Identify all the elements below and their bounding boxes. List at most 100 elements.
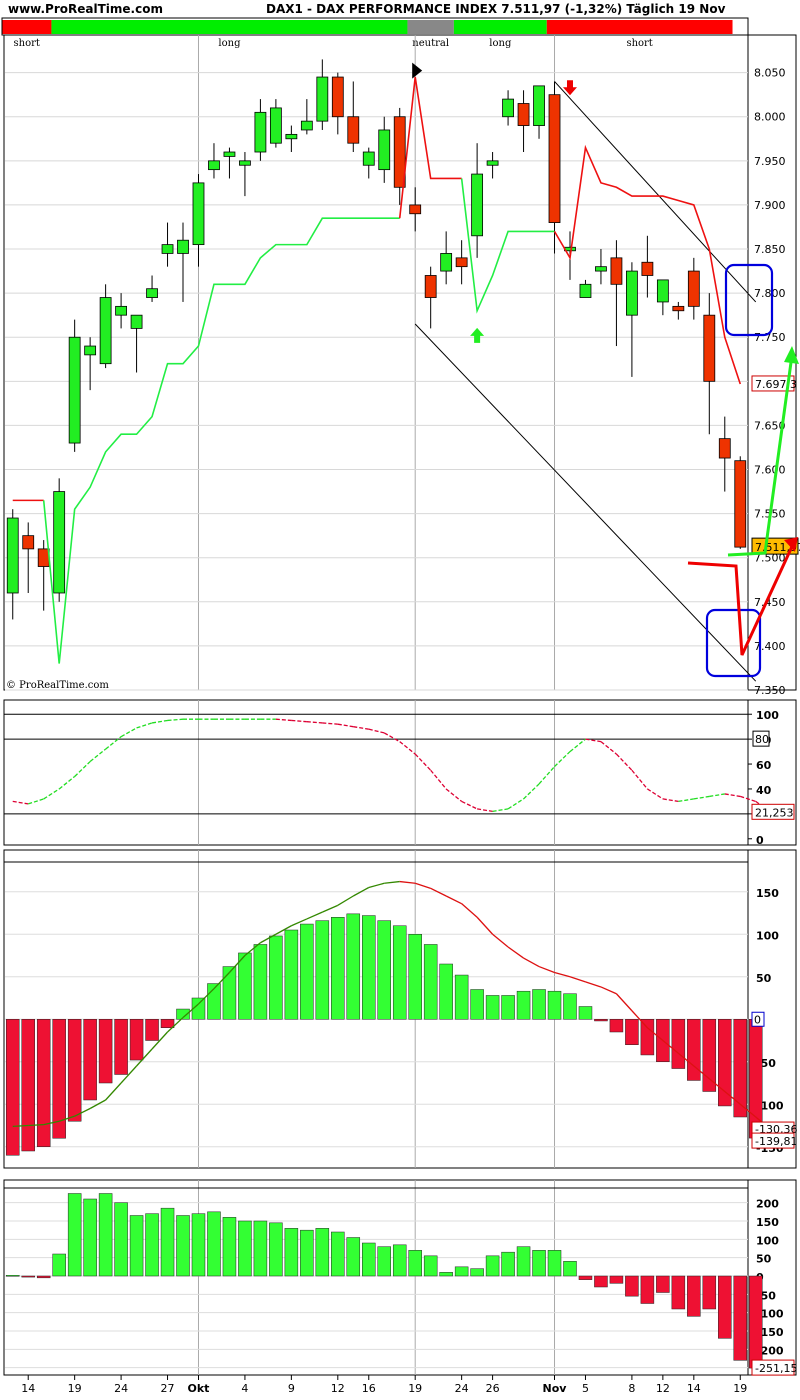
osc-line-segment [414, 753, 432, 771]
trend-segment-long [51, 20, 408, 34]
hist-bar [114, 1019, 128, 1075]
osc-line-segment [368, 728, 385, 734]
osc-line-segment [28, 798, 44, 805]
hist-bar [36, 1019, 51, 1147]
histogram-panel: -150-100-500501001500-130,36-139,81 [4, 861, 797, 1156]
trend-label-neutral: neutral [412, 38, 449, 49]
hist-zero-label: 0 [754, 1013, 761, 1026]
hist-bar [671, 1019, 686, 1069]
hist-bar [501, 995, 515, 1020]
candle-body [53, 491, 66, 594]
osc-line-segment [136, 722, 153, 729]
mom-bar [331, 1231, 345, 1277]
osc-line-segment [507, 798, 524, 810]
hist-bar [454, 974, 469, 1020]
hist-signal-segment [569, 976, 586, 983]
mom-bar [702, 1275, 717, 1310]
osc-line-segment [569, 738, 586, 753]
stop-line-green [42, 217, 400, 664]
osc-line-segment [461, 800, 478, 810]
candle-body [347, 116, 360, 144]
osc-line-segment [678, 798, 694, 803]
momentum-panel: -250-200-150-100-50050100150200-251,15 [4, 1187, 797, 1376]
osc-line-segment [662, 798, 679, 803]
candle-body [687, 270, 700, 307]
candle-body [378, 129, 391, 171]
candle-body [548, 94, 561, 223]
hist-bar [439, 963, 453, 1020]
osc-line-segment [291, 719, 307, 723]
hist-bar [5, 1019, 20, 1156]
mom-bar [687, 1275, 701, 1317]
hist-bar [284, 929, 299, 1020]
hist-bar [578, 1006, 593, 1020]
candle-body [192, 182, 205, 246]
price-tick-label: 7.400 [754, 640, 786, 653]
candle-body [269, 107, 282, 144]
hist-bar [485, 995, 500, 1020]
candle-body [115, 305, 127, 316]
hist-signal-segment [538, 965, 555, 974]
price-tick-label: 8.050 [754, 67, 786, 80]
hist-signal-segment [445, 895, 462, 905]
candle-body [486, 160, 499, 166]
hist-bar [67, 1019, 82, 1122]
hist-signal-segment [384, 880, 400, 884]
x-tick-label: 12 [656, 1382, 670, 1395]
mom-bar [36, 1275, 51, 1279]
grid [3, 34, 797, 1376]
mom-bar [671, 1275, 686, 1310]
watermark: © ProRealTime.com [6, 680, 109, 691]
mom-bar [408, 1250, 422, 1277]
candle-body [718, 438, 731, 459]
x-tick-label: 16 [362, 1382, 376, 1395]
mom-bar [253, 1220, 268, 1277]
mom-bar [656, 1275, 670, 1293]
green-hand-arrowhead [784, 346, 799, 364]
mom-bar [362, 1242, 376, 1277]
x-tick-label: 27 [161, 1382, 175, 1395]
chart-canvas[interactable]: short long neutral long short 7.3507.4007.45… [0, 0, 800, 1400]
candle-body [610, 257, 623, 285]
hist-tick-label: 150 [756, 887, 779, 900]
hist-signal-segment [399, 880, 416, 884]
hist-signal-segment [105, 1082, 122, 1101]
mom-bar [470, 1268, 484, 1277]
trendline-1 [554, 81, 757, 303]
mom-bar [578, 1275, 593, 1280]
candle-body [146, 288, 158, 298]
hist-bar [362, 915, 376, 1020]
trend-label-long: long [489, 38, 512, 49]
price-panel: 7.3507.4007.4507.5007.5507.6007.6507.700… [5, 59, 800, 697]
mom-last-label: -251,15 [755, 1362, 797, 1375]
candle-body [533, 85, 545, 126]
mom-bar [145, 1213, 159, 1277]
mom-tick-label: 200 [756, 1198, 779, 1211]
osc-line-segment [167, 718, 184, 722]
stop-value-label: 7.697,3 [755, 378, 797, 391]
hist-bar [547, 990, 562, 1020]
trend-segment-long [453, 20, 547, 34]
mom-bar [222, 1217, 237, 1277]
mom-bar [748, 1275, 763, 1369]
green-up-arrow [470, 327, 485, 343]
hist-bar [640, 1019, 655, 1056]
mom-bar [423, 1255, 438, 1277]
panel-frame-1 [3, 699, 797, 846]
hist-bar [687, 1019, 701, 1081]
candle-body [223, 151, 236, 157]
hist-signal-segment [12, 1124, 29, 1127]
osc-line-segment [631, 769, 648, 790]
mom-bar [114, 1202, 128, 1277]
hist-signal-segment [28, 1124, 44, 1127]
stop-line-red [398, 76, 462, 219]
osc-box-label: 80 [755, 733, 769, 746]
osc-line-segment [89, 748, 107, 763]
x-tick-label: Okt [188, 1382, 210, 1395]
mom-bar [346, 1237, 361, 1277]
mom-bar [21, 1275, 35, 1278]
mom-tick-label: 150 [756, 1216, 779, 1229]
mom-bar [609, 1275, 624, 1284]
x-tick-label: Nov [543, 1382, 568, 1395]
mom-bar [501, 1251, 515, 1277]
